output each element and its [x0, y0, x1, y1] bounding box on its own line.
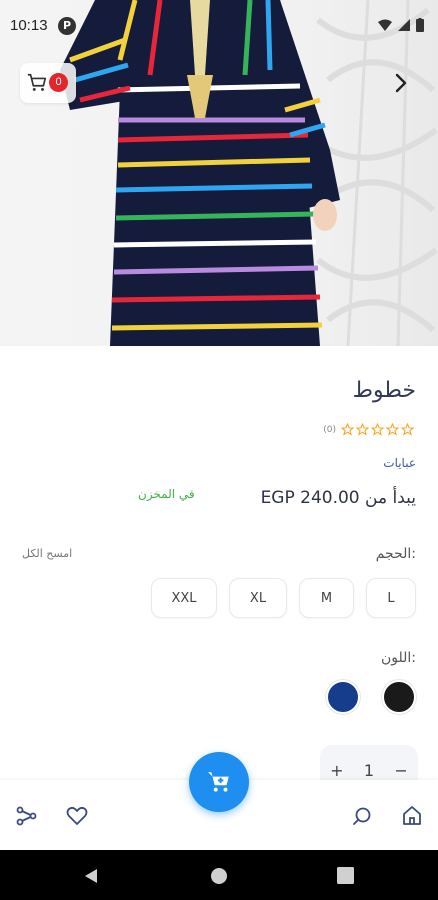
star-icon	[401, 423, 414, 436]
battery-icon	[416, 18, 424, 32]
quantity-decrease-button[interactable]: −	[394, 761, 407, 780]
rating-count: (0)	[323, 424, 336, 435]
home-icon[interactable]	[400, 804, 424, 828]
quantity-value: 1	[363, 761, 375, 780]
size-options: L M XL XXL	[151, 578, 416, 618]
size-option-m[interactable]: M	[299, 578, 354, 618]
product-price: يبدأ من EGP 240.00	[260, 488, 416, 508]
size-option-xl[interactable]: XL	[229, 578, 287, 618]
home-circle-icon[interactable]	[210, 867, 228, 885]
system-navigation-bar	[0, 850, 438, 900]
color-swatch-black[interactable]	[382, 680, 416, 714]
cart-button[interactable]: 0	[20, 63, 76, 103]
cart-icon	[27, 73, 47, 91]
chevron-right-icon	[395, 73, 407, 93]
star-icon	[341, 423, 354, 436]
notification-p-icon: P	[58, 17, 76, 35]
wifi-icon	[378, 19, 392, 31]
status-bar: 10:13 P	[0, 0, 438, 54]
quantity-increase-button[interactable]: +	[330, 761, 343, 780]
color-label: اللون:	[380, 650, 416, 666]
status-time: 10:13	[10, 17, 48, 34]
clear-all-button[interactable]: امسح الكل	[22, 547, 72, 560]
size-label: الحجم:	[375, 546, 416, 562]
size-option-xxl[interactable]: XXL	[151, 578, 217, 618]
star-icon	[356, 423, 369, 436]
heart-icon[interactable]	[65, 804, 89, 828]
recents-icon[interactable]	[337, 867, 354, 884]
star-icon	[371, 423, 384, 436]
signal-icon	[398, 19, 410, 31]
stock-status: في المخزن	[138, 487, 195, 501]
back-icon[interactable]	[82, 867, 100, 885]
cart-count-badge: 0	[49, 73, 68, 92]
share-icon[interactable]	[14, 804, 38, 828]
rating: (0)	[323, 423, 414, 436]
color-swatch-navy[interactable]	[326, 680, 360, 714]
status-icons	[378, 18, 424, 32]
product-screen: 10:13 P 0 خطوط (0) عبايات يبدأ من EGP 24…	[0, 0, 438, 900]
product-title: خطوط	[352, 378, 416, 403]
star-icon	[386, 423, 399, 436]
product-category[interactable]: عبايات	[383, 456, 416, 470]
color-options	[326, 680, 416, 714]
add-to-cart-button[interactable]	[189, 752, 249, 812]
size-option-l[interactable]: L	[366, 578, 416, 618]
search-icon[interactable]	[350, 804, 374, 828]
next-image-button[interactable]	[384, 66, 418, 100]
add-to-cart-icon	[208, 772, 229, 792]
